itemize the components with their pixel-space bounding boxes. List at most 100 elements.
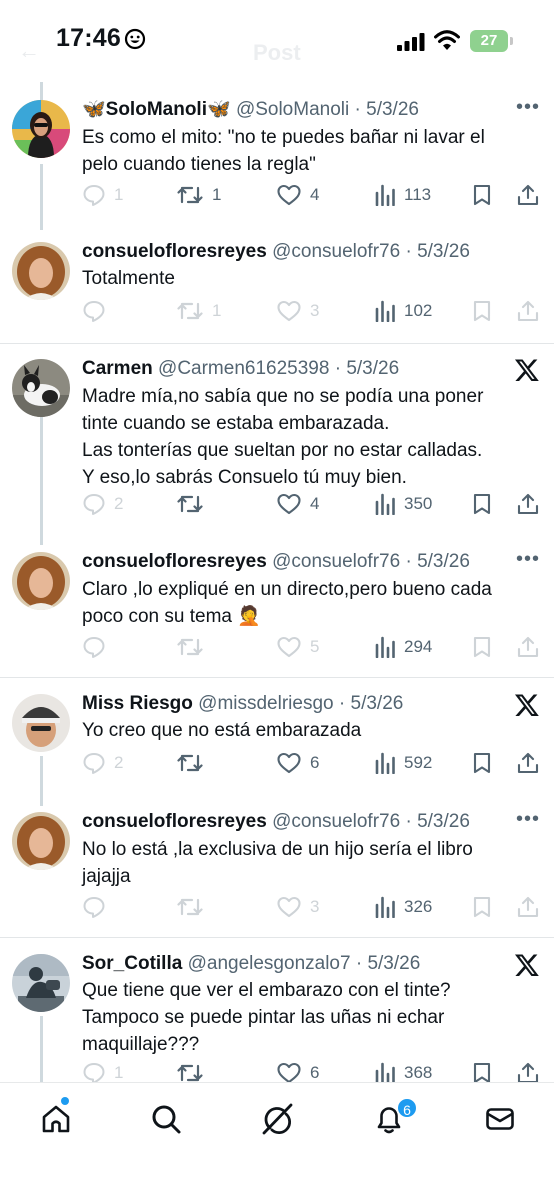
author-name[interactable]: 🦋SoloManoli🦋: [82, 99, 231, 120]
more-icon[interactable]: •••: [516, 808, 540, 831]
retweet-button[interactable]: [176, 748, 212, 778]
author-handle[interactable]: @consuelofr76: [272, 551, 400, 572]
author-handle[interactable]: @missdelriesgo: [198, 693, 333, 714]
views-button[interactable]: 113: [374, 180, 431, 210]
reply-button[interactable]: 2: [82, 489, 123, 519]
share-button[interactable]: [516, 892, 540, 922]
search-icon: [152, 1105, 181, 1134]
bookmark-button[interactable]: [471, 180, 493, 210]
more-icon[interactable]: •••: [516, 96, 540, 119]
share-button[interactable]: [516, 180, 540, 210]
bookmark-button[interactable]: [471, 489, 493, 519]
divider: [0, 677, 554, 678]
x-logo-icon[interactable]: [514, 692, 540, 718]
avatar[interactable]: [12, 812, 70, 870]
views-count: 368: [404, 1063, 433, 1082]
nav-grok[interactable]: [257, 1099, 297, 1139]
views-button[interactable]: 350: [374, 489, 432, 519]
home-icon: [42, 1105, 70, 1133]
retweet-button[interactable]: [176, 632, 212, 662]
avatar[interactable]: [12, 100, 70, 158]
retweet-icon: [177, 898, 203, 916]
views-icon: [375, 896, 395, 918]
reply-button[interactable]: 1: [82, 180, 123, 210]
author-name[interactable]: consuelofloresreyes: [82, 551, 267, 572]
reply-button[interactable]: 2: [82, 748, 123, 778]
like-button[interactable]: 3: [276, 892, 319, 922]
avatar[interactable]: [12, 954, 70, 1012]
share-button[interactable]: [516, 296, 540, 326]
reply-button[interactable]: [82, 892, 114, 922]
share-button[interactable]: [516, 748, 540, 778]
tweet-text: No lo está ,la exclusiva de un hijo serí…: [82, 839, 473, 887]
author-handle[interactable]: @consuelofr76: [272, 241, 400, 262]
back-button[interactable]: ←: [18, 38, 40, 64]
share-button[interactable]: [516, 632, 540, 662]
views-icon: [375, 184, 395, 206]
bookmark-button[interactable]: [471, 748, 493, 778]
more-icon[interactable]: •••: [516, 548, 540, 571]
views-button[interactable]: 102: [374, 296, 432, 326]
tweet-actions: 1 1 4 113: [82, 180, 542, 210]
retweet-icon: [177, 754, 203, 772]
like-button[interactable]: 4: [276, 489, 319, 519]
like-button[interactable]: 3: [276, 296, 319, 326]
views-count: 102: [404, 301, 433, 320]
avatar[interactable]: [12, 694, 70, 752]
x-logo-icon[interactable]: [514, 357, 540, 383]
nav-search[interactable]: [146, 1099, 186, 1139]
bookmark-button[interactable]: [471, 296, 493, 326]
retweet-button[interactable]: [176, 489, 212, 519]
retweet-button[interactable]: 1: [176, 296, 221, 326]
tweet-actions: 5 294: [82, 632, 542, 662]
nav-messages[interactable]: [480, 1099, 520, 1139]
author-name[interactable]: Sor_Cotilla: [82, 953, 182, 974]
x-logo-icon[interactable]: [514, 952, 540, 978]
author-name[interactable]: Miss Riesgo: [82, 693, 193, 714]
tweet[interactable]: Miss Riesgo @missdelriesgo · 5/3/26 Yo c…: [0, 690, 554, 790]
status-bar: ← Post 17:46 27: [0, 0, 554, 82]
reply-button[interactable]: [82, 632, 114, 662]
views-count: 113: [404, 185, 432, 204]
retweet-button[interactable]: [176, 892, 212, 922]
tweet-date: · 5/3/26: [334, 358, 400, 379]
author-handle[interactable]: @Carmen61625398: [158, 358, 329, 379]
author-handle[interactable]: @consuelofr76: [272, 811, 400, 832]
views-button[interactable]: 294: [374, 632, 432, 662]
tweet[interactable]: consuelofloresreyes @consuelofr76 · 5/3/…: [0, 808, 554, 928]
tweet[interactable]: Sor_Cotilla @angelesgonzalo7 · 5/3/26 Qu…: [0, 950, 554, 1084]
author-name[interactable]: consuelofloresreyes: [82, 241, 267, 262]
like-button[interactable]: 5: [276, 632, 319, 662]
author-handle[interactable]: @angelesgonzalo7: [188, 953, 351, 974]
tweet[interactable]: consuelofloresreyes @consuelofr76 · 5/3/…: [0, 548, 554, 668]
share-button[interactable]: [516, 489, 540, 519]
retweet-icon: [177, 302, 203, 320]
divider: [0, 937, 554, 938]
bookmark-button[interactable]: [471, 892, 493, 922]
retweet-count: 1: [212, 185, 222, 204]
retweet-button[interactable]: 1: [176, 180, 221, 210]
avatar[interactable]: [12, 552, 70, 610]
tweet-header: consuelofloresreyes @consuelofr76 · 5/3/…: [82, 810, 492, 834]
retweet-count: 1: [212, 301, 222, 320]
share-icon: [517, 636, 539, 658]
author-name[interactable]: consuelofloresreyes: [82, 811, 267, 832]
grok-icon: [262, 1103, 293, 1135]
views-button[interactable]: 326: [374, 892, 432, 922]
tweet-header: 🦋SoloManoli🦋 @SoloManoli · 5/3/26: [82, 98, 492, 122]
like-button[interactable]: 6: [276, 748, 319, 778]
tweet[interactable]: Carmen @Carmen61625398 · 5/3/26 Madre mí…: [0, 355, 554, 535]
nav-home[interactable]: [36, 1099, 76, 1139]
views-button[interactable]: 592: [374, 748, 432, 778]
author-name[interactable]: Carmen: [82, 358, 153, 379]
bookmark-button[interactable]: [471, 632, 493, 662]
tweet[interactable]: 🦋SoloManoli🦋 @SoloManoli · 5/3/26 ••• Es…: [0, 96, 554, 226]
reply-button[interactable]: [82, 296, 114, 326]
avatar[interactable]: [12, 242, 70, 300]
avatar[interactable]: [12, 359, 70, 417]
like-count: 6: [310, 1063, 320, 1082]
tweet[interactable]: consuelofloresreyes @consuelofr76 · 5/3/…: [0, 238, 554, 338]
tweet-header: consuelofloresreyes @consuelofr76 · 5/3/…: [82, 550, 492, 574]
like-button[interactable]: 4: [276, 180, 319, 210]
author-handle[interactable]: @SoloManoli: [236, 99, 349, 120]
